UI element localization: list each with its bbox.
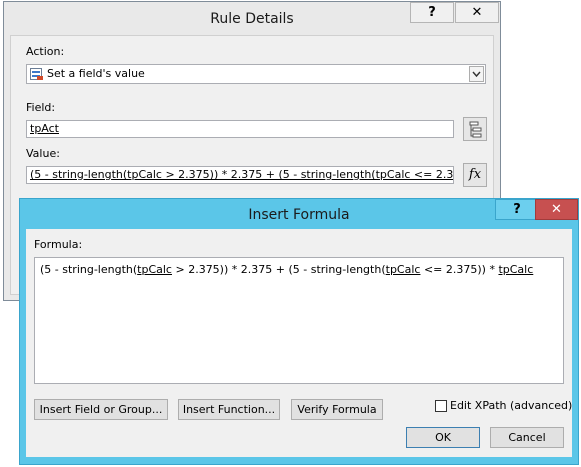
action-dropdown[interactable]: Set a field's value [26, 64, 486, 84]
select-field-button[interactable] [463, 117, 487, 141]
edit-xpath-label[interactable]: Edit XPath (advanced) [450, 399, 572, 412]
tree-icon [469, 121, 482, 138]
insert-field-or-group-button[interactable]: Insert Field or Group... [34, 399, 168, 420]
insert-field-or-group-label: Insert Field or Group... [39, 403, 163, 416]
value-text: (5 - string-length(tpCalc > 2.375)) * 2.… [30, 168, 454, 181]
field-value: tpAct [30, 122, 59, 135]
action-value: Set a field's value [47, 67, 145, 80]
edit-xpath-label-text: Edit XPath (advanced) [450, 399, 573, 412]
rule-details-close-button[interactable]: ✕ [455, 2, 499, 23]
value-label-text: Value: [26, 147, 60, 160]
action-label: Action: [26, 45, 64, 58]
ok-label: OK [435, 431, 451, 444]
insert-function-label: Insert Function... [182, 403, 276, 416]
insert-formula-help-button[interactable]: ? [495, 199, 539, 220]
insert-formula-close-button[interactable]: ✕ [535, 199, 578, 220]
field-label-text: Field: [26, 101, 56, 114]
action-icon [30, 67, 44, 81]
verify-formula-label: Verify Formula [297, 403, 377, 416]
ok-button[interactable]: OK [406, 427, 480, 448]
formula-field-ref: tpCalc [385, 263, 421, 276]
fx-button[interactable]: fx [463, 163, 487, 187]
insert-formula-window: Insert Formula ? ✕ Formula: (5 - string-… [19, 198, 579, 465]
value-label: Value: [26, 147, 60, 160]
formula-textarea[interactable]: (5 - string-length(tpCalc > 2.375)) * 2.… [34, 257, 564, 384]
formula-label-text: Formula: [34, 238, 83, 251]
formula-field-ref: tpCalc [498, 263, 534, 276]
action-label-text: Action: [26, 45, 65, 58]
cancel-label: Cancel [508, 431, 546, 444]
formula-label: Formula: [34, 238, 82, 251]
rule-details-help-button[interactable]: ? [410, 2, 454, 23]
chevron-down-icon[interactable] [469, 66, 484, 82]
formula-text: (5 - string-length(tpCalc > 2.375)) * 2.… [40, 263, 534, 276]
insert-formula-client: Formula: (5 - string-length(tpCalc > 2.3… [26, 229, 572, 457]
field-input[interactable]: tpAct [26, 120, 454, 138]
value-input[interactable]: (5 - string-length(tpCalc > 2.375)) * 2.… [26, 166, 454, 184]
cancel-button[interactable]: Cancel [490, 427, 564, 448]
insert-function-button[interactable]: Insert Function... [178, 399, 280, 420]
field-label: Field: [26, 101, 55, 114]
verify-formula-button[interactable]: Verify Formula [291, 399, 383, 420]
fx-icon: fx [468, 167, 482, 182]
formula-field-ref: tpCalc [137, 263, 172, 276]
edit-xpath-checkbox[interactable] [435, 400, 447, 412]
